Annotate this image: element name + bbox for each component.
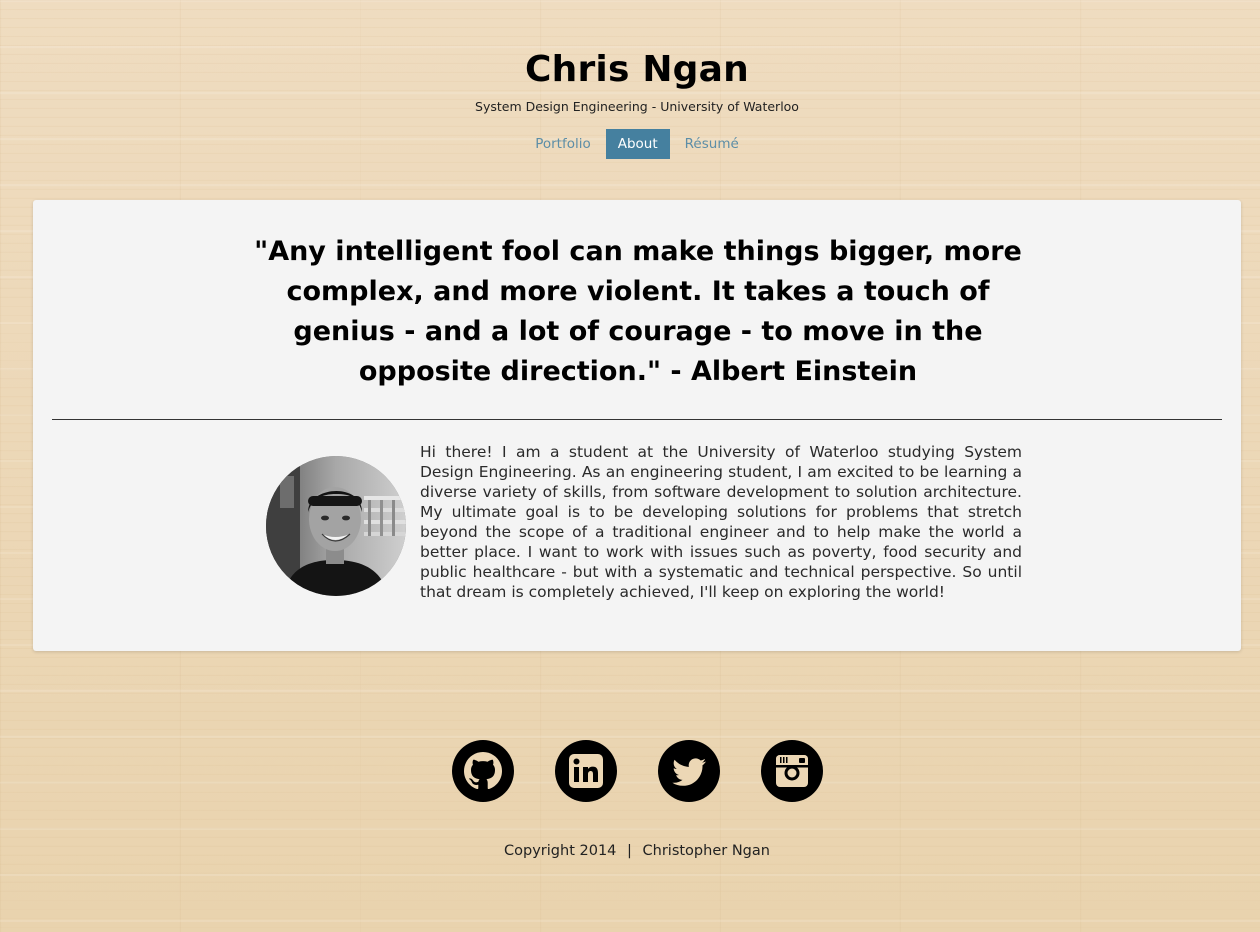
site-title: Chris Ngan [525,49,749,90]
linkedin-icon [554,740,617,802]
github-icon [451,740,514,802]
author-name: Christopher Ngan [642,843,770,859]
twitter-link[interactable] [657,740,720,802]
github-link[interactable] [451,740,514,802]
instagram-icon [760,740,823,802]
nav-about[interactable]: About [605,129,670,159]
avatar [266,456,406,596]
nav-resume[interactable]: Résumé [676,129,748,159]
linkedin-link[interactable] [554,740,617,802]
about-card: "Any intelligent fool can make things bi… [33,200,1241,651]
nav-portfolio[interactable]: Portfolio [526,129,600,159]
bio-text: Hi there! I am a student at the Universi… [420,443,1022,601]
social-links [0,740,1260,802]
divider [52,419,1222,420]
footer: Copyright 2014 | Christopher Ngan [0,840,1260,862]
einstein-quote: "Any intelligent fool can make things bi… [254,236,1022,387]
main-nav: Portfolio About Résumé [0,129,1260,159]
instagram-link[interactable] [760,740,823,802]
site-subtitle: System Design Engineering - University o… [475,99,799,114]
copyright-text: Copyright 2014 [504,843,617,859]
profile-photo [266,456,406,596]
twitter-icon [657,740,720,802]
footer-separator: | [627,843,632,859]
